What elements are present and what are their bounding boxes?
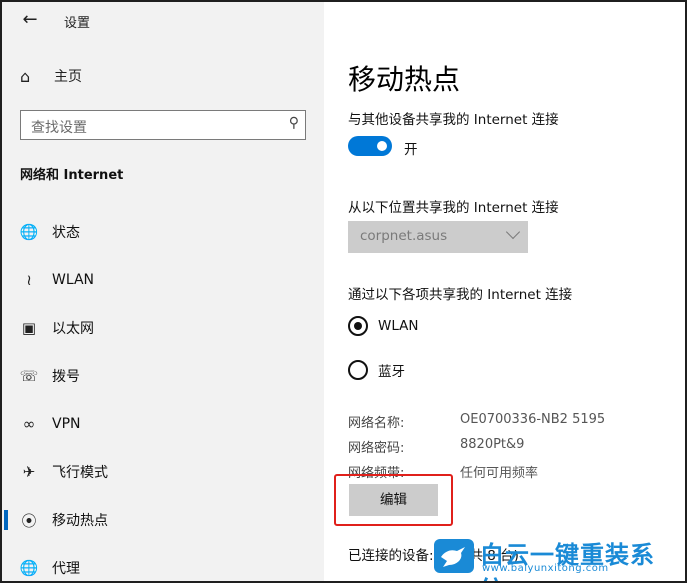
main-panel: 移动热点 与其他设备共享我的 Internet 连接 开 从以下位置共享我的 I… bbox=[324, 2, 685, 581]
watermark-brand: 白云一键重装系统 bbox=[480, 541, 655, 581]
search-icon[interactable]: ⚲ bbox=[289, 115, 299, 131]
watermark-url: www.baiyunxitong.com bbox=[482, 563, 609, 574]
sidebar-item-label: 移动热点 bbox=[52, 513, 108, 529]
section-title: 网络和 Internet bbox=[20, 168, 124, 183]
sidebar-item-label: 状态 bbox=[52, 225, 80, 241]
radio-circle bbox=[348, 360, 368, 380]
share-via-label: 通过以下各项共享我的 Internet 连接 bbox=[348, 287, 573, 303]
dropdown-value: corpnet.asus bbox=[360, 228, 448, 244]
highlight-box bbox=[334, 474, 453, 526]
sidebar: ← 设置 ⌂ 主页 查找设置 ⚲ 网络和 Internet 🌐 状态 ≀ WLA… bbox=[2, 2, 324, 581]
globe-status-icon: 🌐 bbox=[19, 223, 39, 241]
hotspot-toggle[interactable] bbox=[348, 136, 392, 156]
sidebar-item-label: 代理 bbox=[52, 561, 80, 577]
bird-logo-icon bbox=[434, 539, 474, 573]
share-from-dropdown[interactable]: corpnet.asus bbox=[348, 221, 528, 253]
hotspot-icon: ⦿ bbox=[21, 511, 37, 530]
sidebar-item-label: WLAN bbox=[52, 272, 95, 288]
sidebar-item-vpn[interactable]: ∞ VPN bbox=[2, 404, 324, 444]
sidebar-item-dialup[interactable]: ☏ 拨号 bbox=[2, 356, 324, 396]
back-arrow-icon[interactable]: ← bbox=[18, 8, 42, 32]
toggle-state-label: 开 bbox=[404, 142, 418, 158]
home-label: 主页 bbox=[54, 69, 82, 85]
sidebar-item-ethernet[interactable]: ▣ 以太网 bbox=[2, 308, 324, 348]
sidebar-item-label: VPN bbox=[52, 416, 81, 432]
sidebar-item-status[interactable]: 🌐 状态 bbox=[2, 212, 324, 252]
airplane-icon: ✈ bbox=[22, 463, 36, 481]
sidebar-item-airplane-mode[interactable]: ✈ 飞行模式 bbox=[2, 452, 324, 492]
network-password-key: 网络密码: bbox=[348, 441, 405, 456]
search-placeholder: 查找设置 bbox=[31, 120, 87, 136]
sidebar-item-label: 飞行模式 bbox=[52, 465, 108, 481]
window-title: 设置 bbox=[64, 16, 91, 31]
settings-window: ← 设置 ⌂ 主页 查找设置 ⚲ 网络和 Internet 🌐 状态 ≀ WLA… bbox=[2, 2, 685, 581]
vpn-icon: ∞ bbox=[22, 415, 36, 433]
radio-circle bbox=[348, 316, 368, 336]
page-title: 移动热点 bbox=[348, 63, 461, 96]
wifi-icon: ≀ bbox=[26, 271, 32, 289]
active-indicator bbox=[4, 510, 8, 530]
sidebar-item-wlan[interactable]: ≀ WLAN bbox=[2, 260, 324, 300]
radio-bluetooth[interactable]: 蓝牙 bbox=[348, 358, 548, 382]
radio-label: 蓝牙 bbox=[378, 364, 405, 380]
network-name-key: 网络名称: bbox=[348, 416, 405, 431]
chevron-down-icon bbox=[505, 224, 521, 240]
network-band-value: 任何可用频率 bbox=[460, 466, 539, 481]
share-label: 与其他设备共享我的 Internet 连接 bbox=[348, 112, 559, 128]
sidebar-item-label: 以太网 bbox=[52, 321, 94, 337]
home-nav[interactable]: ⌂ 主页 bbox=[20, 66, 82, 86]
radio-dot bbox=[354, 322, 362, 330]
sidebar-item-label: 拨号 bbox=[52, 369, 80, 385]
toggle-knob bbox=[377, 141, 387, 151]
share-from-label: 从以下位置共享我的 Internet 连接 bbox=[348, 200, 559, 216]
dialup-icon: ☏ bbox=[19, 367, 39, 385]
proxy-globe-icon: 🌐 bbox=[19, 559, 39, 577]
radio-wlan[interactable]: WLAN bbox=[348, 314, 548, 338]
sidebar-item-proxy[interactable]: 🌐 代理 bbox=[2, 548, 324, 581]
network-name-value: OE0700336-NB2 5195 bbox=[460, 412, 606, 427]
search-input[interactable]: 查找设置 ⚲ bbox=[20, 110, 306, 140]
radio-label: WLAN bbox=[378, 318, 419, 334]
home-icon: ⌂ bbox=[20, 66, 31, 86]
watermark: 白云一键重装系统 www.baiyunxitong.com bbox=[434, 533, 679, 581]
sidebar-item-mobile-hotspot[interactable]: ⦿ 移动热点 bbox=[2, 500, 324, 540]
network-password-value: 8820Pt&9 bbox=[460, 437, 525, 452]
ethernet-icon: ▣ bbox=[21, 319, 37, 337]
